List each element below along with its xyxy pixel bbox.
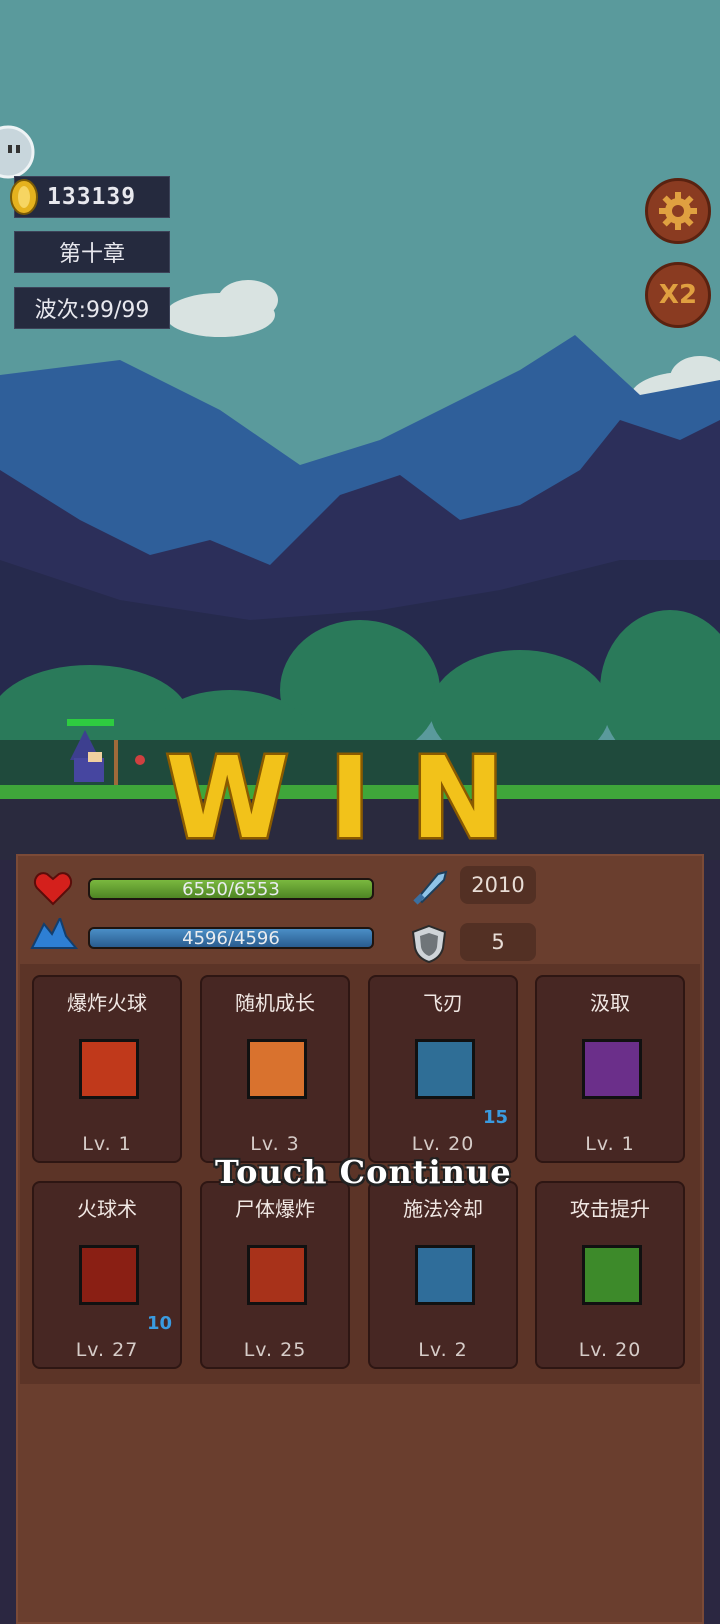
lightning-icon: [415, 1245, 475, 1305]
corpse-explosion-icon: [247, 1245, 307, 1305]
sword-icon: [413, 870, 448, 905]
skill-name: 汲取: [590, 991, 630, 1015]
skill-name: 攻击提升: [570, 1197, 650, 1221]
shield-icon: [411, 924, 447, 964]
fist-icon: [247, 1039, 307, 1099]
skill-name: 施法冷却: [403, 1197, 483, 1221]
hp-bar: 6550/6553: [88, 878, 374, 900]
speed-x2-label: X2: [658, 280, 698, 310]
skill-name: 尸体爆炸: [235, 1197, 315, 1221]
attack-stat: 2010: [460, 866, 536, 904]
gear-icon: [659, 192, 697, 230]
skill-card[interactable]: 飞刃 15 Lv. 20: [368, 975, 518, 1163]
explosion-fireball-icon: [79, 1039, 139, 1099]
skill-level: Lv. 20: [411, 1133, 475, 1155]
win-banner: WIN: [165, 745, 545, 855]
battle-scene: [0, 0, 720, 860]
swirl-icon: [582, 1039, 642, 1099]
skill-card[interactable]: 尸体爆炸 Lv. 25: [200, 1181, 350, 1369]
skill-name: 飞刃: [423, 991, 463, 1015]
skill-level: Lv. 1: [585, 1133, 635, 1155]
heart-icon: [33, 872, 73, 906]
mp-value: 4596/4596: [182, 927, 280, 949]
mp-bar: 4596/4596: [88, 927, 374, 949]
skill-level: Lv. 3: [250, 1133, 300, 1155]
touch-continue-prompt[interactable]: Touch Continue: [215, 1153, 515, 1193]
skill-level: Lv. 25: [243, 1339, 307, 1361]
speed-x2-button[interactable]: X2: [645, 262, 711, 328]
skill-name: 火球术: [77, 1197, 137, 1221]
skill-count: 15: [482, 1107, 508, 1128]
skill-card[interactable]: 汲取 Lv. 1: [535, 975, 685, 1163]
flying-blade-icon: [415, 1039, 475, 1099]
chapter-label: 第十章: [14, 231, 170, 273]
skill-card[interactable]: 攻击提升 Lv. 20: [535, 1181, 685, 1369]
coin-count: 133139: [47, 184, 137, 210]
skill-card[interactable]: 随机成长 Lv. 3: [200, 975, 350, 1163]
skill-card[interactable]: 火球术 10 Lv. 27: [32, 1181, 182, 1369]
skill-level: Lv. 2: [418, 1339, 468, 1361]
skill-name: 随机成长: [235, 991, 315, 1015]
mana-crystal-icon: [30, 918, 78, 949]
skill-name: 爆炸火球: [67, 991, 147, 1015]
skill-card[interactable]: 爆炸火球 Lv. 1: [32, 975, 182, 1163]
defense-value: 5: [491, 930, 505, 954]
win-text: WIN: [166, 745, 545, 855]
arrow-up-icon: [582, 1245, 642, 1305]
skill-level: Lv. 27: [75, 1339, 139, 1361]
skill-card[interactable]: 施法冷却 Lv. 2: [368, 1181, 518, 1369]
coin-icon: [10, 179, 38, 215]
coin-counter: 133139: [10, 176, 170, 218]
wave-counter: 波次:99/99: [14, 287, 170, 329]
skill-count: 10: [146, 1313, 172, 1334]
defense-stat: 5: [460, 923, 536, 961]
fireball-icon: [79, 1245, 139, 1305]
skill-level: Lv. 1: [82, 1133, 132, 1155]
settings-button[interactable]: [645, 178, 711, 244]
skill-level: Lv. 20: [578, 1339, 642, 1361]
hp-value: 6550/6553: [182, 878, 280, 900]
attack-value: 2010: [471, 873, 525, 897]
